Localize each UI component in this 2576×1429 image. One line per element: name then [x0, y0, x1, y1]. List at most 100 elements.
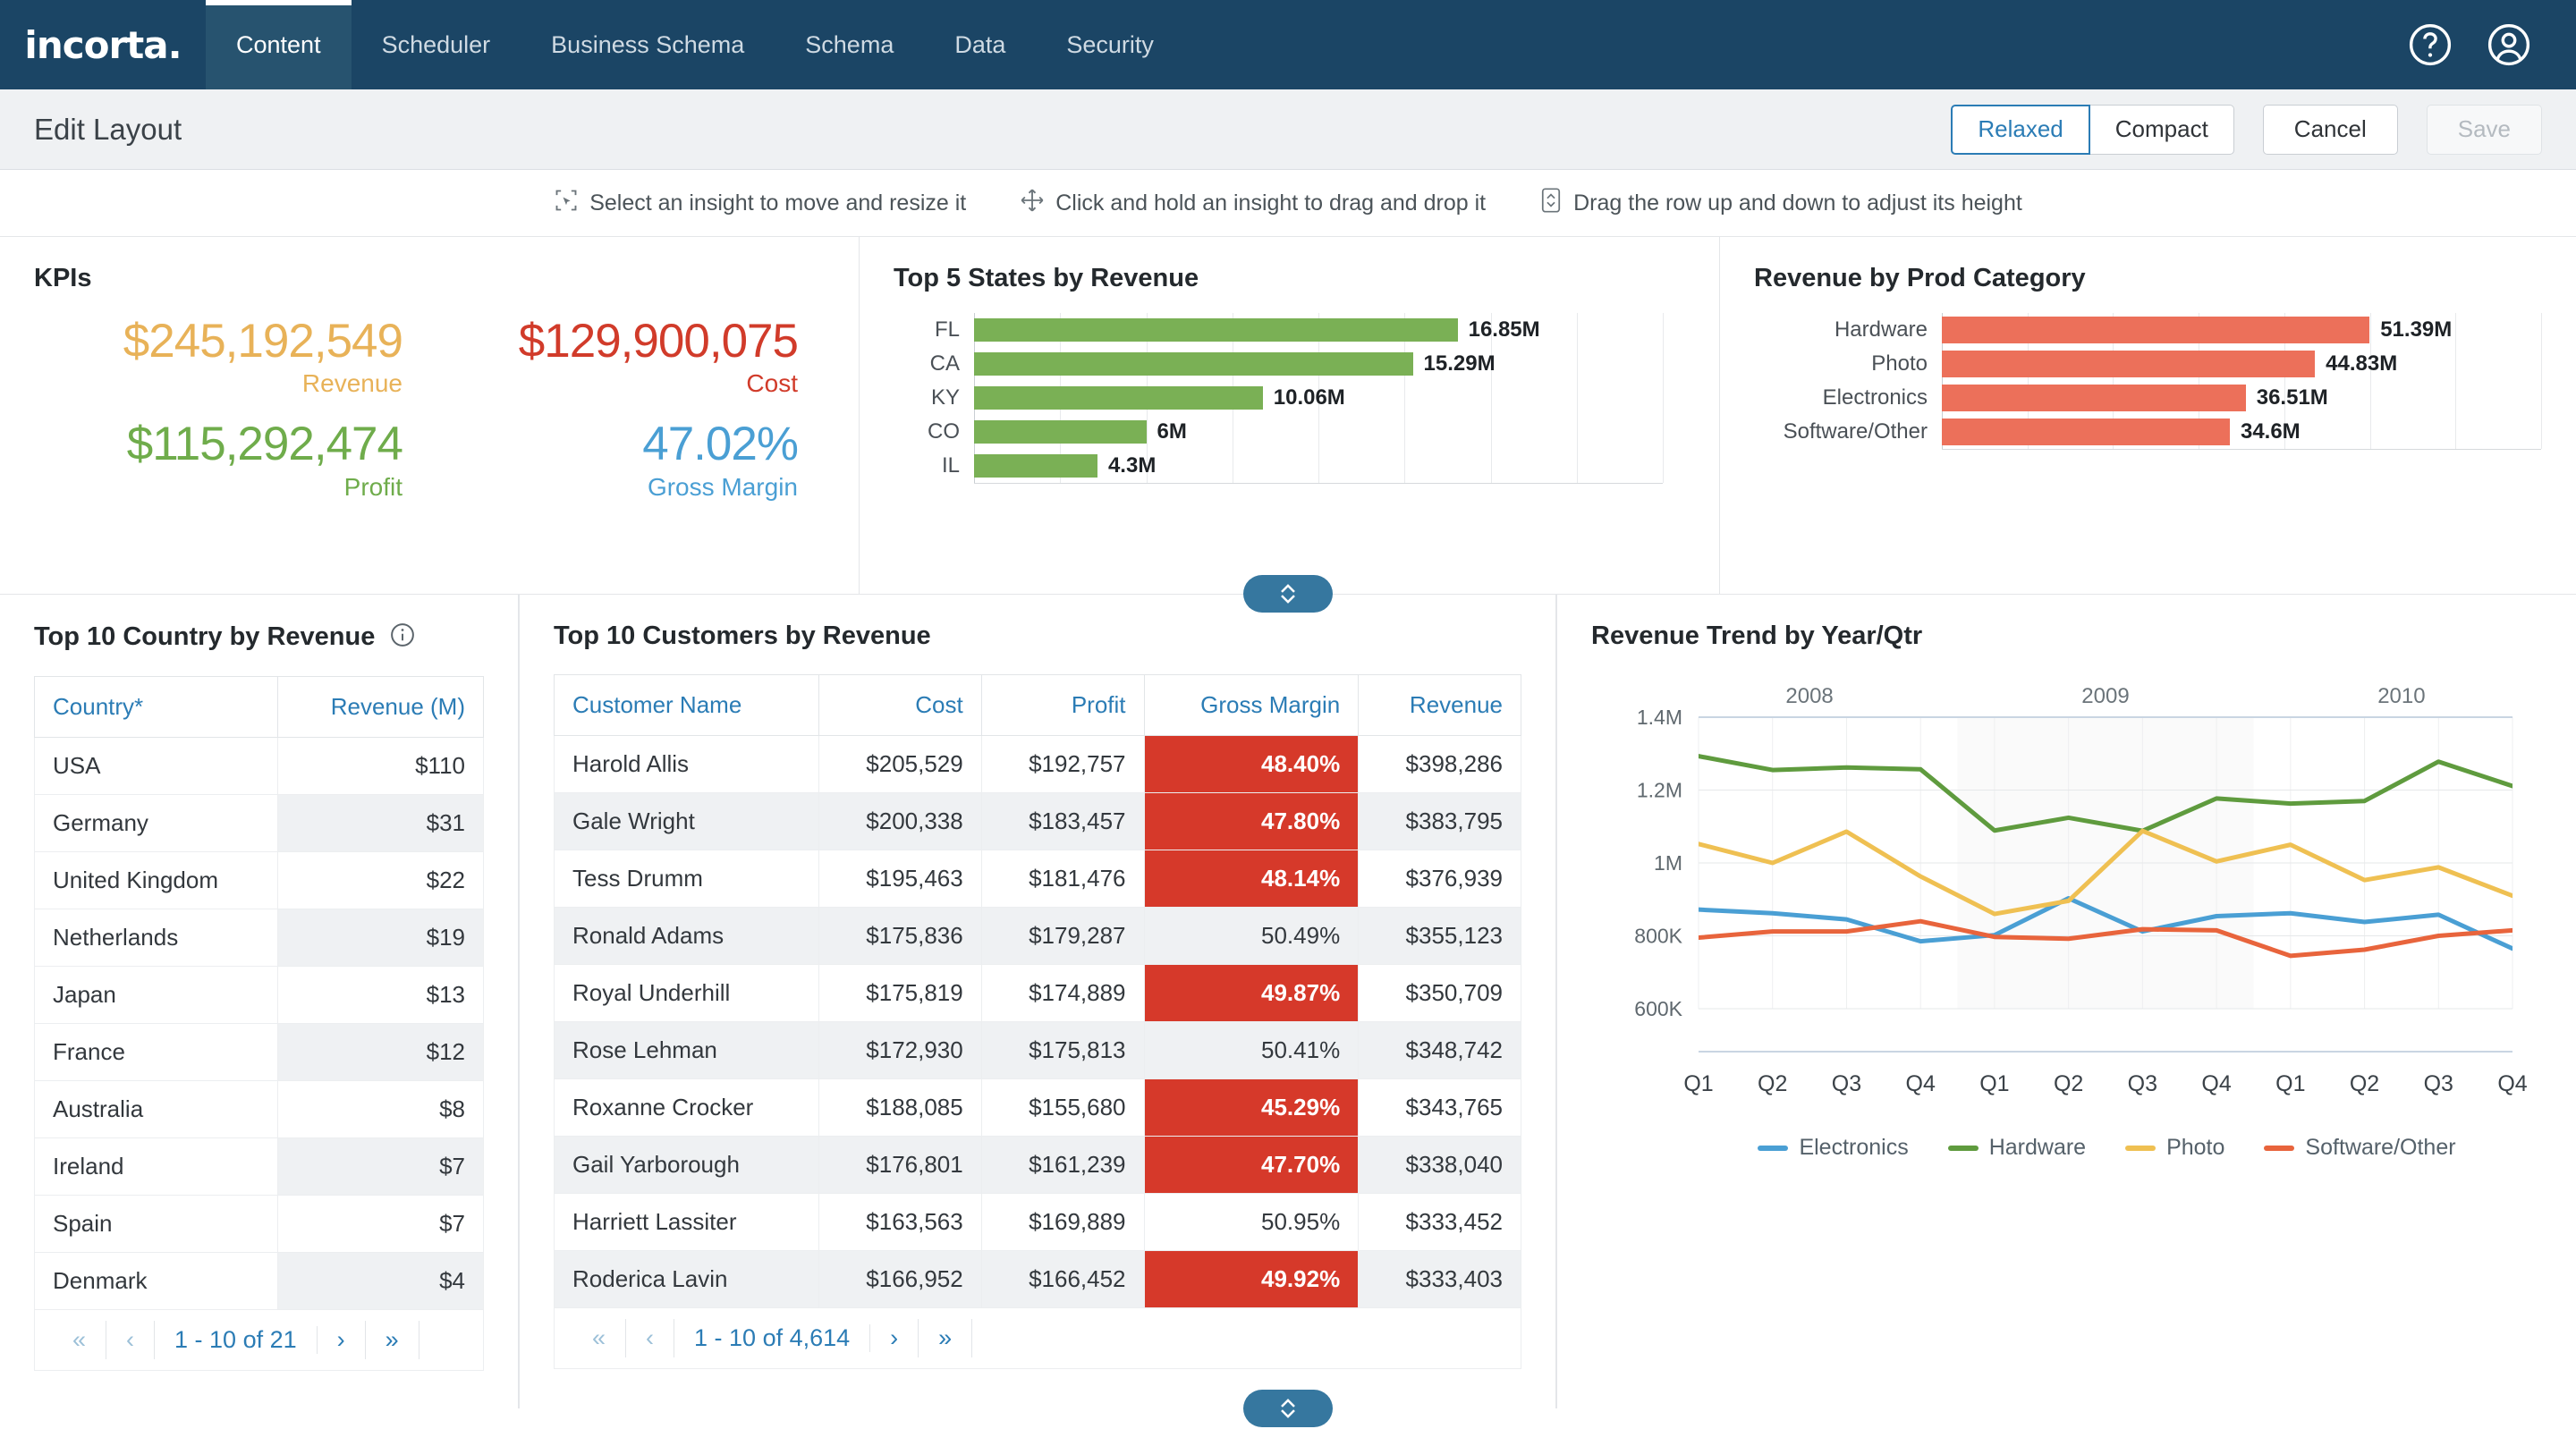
col-revenue[interactable]: Revenue	[1358, 674, 1521, 736]
col-profit[interactable]: Profit	[980, 674, 1145, 736]
col-revenue[interactable]: Revenue (M)	[276, 676, 485, 738]
legend-item-photo[interactable]: Photo	[2125, 1135, 2224, 1161]
country-title-row: Top 10 Country by Revenue	[34, 621, 484, 653]
nav-item-content[interactable]: Content	[206, 0, 352, 89]
cell-revenue: $333,403	[1358, 1250, 1521, 1308]
col-country[interactable]: Country*	[34, 676, 278, 738]
nav-item-security[interactable]: Security	[1036, 0, 1184, 89]
table-row[interactable]: Japan $13	[34, 966, 485, 1024]
table-row[interactable]: Harold Allis $205,529 $192,757 48.40% $398,2…	[554, 735, 1521, 793]
kpi-value: $115,292,474	[126, 418, 403, 471]
pager-first-button[interactable]: «	[53, 1321, 107, 1360]
col-customer-name[interactable]: Customer Name	[554, 674, 819, 736]
table-row[interactable]: Roderica Lavin $166,952 $166,452 49.92% $333…	[554, 1250, 1521, 1308]
layout-hint-bar: Select an insight to move and resize it …	[0, 170, 2576, 237]
table-row[interactable]: Rose Lehman $172,930 $175,813 50.41% $348,74…	[554, 1021, 1521, 1079]
pager-last-button[interactable]: »	[366, 1321, 419, 1360]
row-resize-handle-2[interactable]	[1243, 1390, 1333, 1427]
nav-item-data[interactable]: Data	[924, 0, 1036, 89]
cell-gross-margin: 45.29%	[1143, 1078, 1360, 1137]
table-row[interactable]: Ronald Adams $175,836 $179,287 50.49% $355,1…	[554, 907, 1521, 965]
y-tick-label: 600K	[1634, 997, 1682, 1020]
legend-label: Photo	[2166, 1135, 2225, 1160]
user-circle-icon[interactable]	[2485, 21, 2533, 69]
nav-item-business-schema[interactable]: Business Schema	[521, 0, 775, 89]
bar-fill	[1942, 351, 2316, 377]
nav-item-scheduler[interactable]: Scheduler	[352, 0, 521, 89]
x-tick-label: Q4	[2497, 1071, 2527, 1096]
table-row[interactable]: Denmark $4	[34, 1252, 485, 1310]
table-row[interactable]: Netherlands $19	[34, 909, 485, 967]
density-compact-button[interactable]: Compact	[2089, 104, 2234, 155]
table-row[interactable]: USA $110	[34, 737, 485, 795]
table-row[interactable]: Roxanne Crocker $188,085 $155,680 45.29% $34…	[554, 1078, 1521, 1137]
cell-profit: $192,757	[980, 735, 1145, 793]
bar-track: 6M	[974, 415, 1663, 449]
pager-prev-button[interactable]: ‹	[106, 1321, 156, 1360]
bar-row: Electronics 36.51M	[1754, 381, 2542, 415]
insight-kpis[interactable]: KPIs $245,192,549 Revenue $129,900,075 C…	[0, 237, 859, 594]
row-resize-handle-1[interactable]	[1243, 575, 1333, 613]
col-cost[interactable]: Cost	[818, 674, 982, 736]
help-circle-icon[interactable]	[2406, 21, 2454, 69]
bar-track: 16.85M	[974, 313, 1663, 347]
table-row[interactable]: Gale Wright $200,338 $183,457 47.80% $383,79…	[554, 792, 1521, 850]
cell-cost: $195,463	[818, 850, 982, 908]
kpi-label: Cost	[746, 369, 798, 398]
insight-top-10-customers[interactable]: Top 10 Customers by Revenue Customer Nam…	[519, 595, 1556, 1408]
save-button[interactable]: Save	[2426, 104, 2542, 155]
pager-last-button[interactable]: »	[919, 1319, 973, 1358]
legend-label: Software/Other	[2305, 1135, 2456, 1160]
bar-value-label: 34.6M	[2240, 419, 2301, 444]
insight-revenue-by-prod-category[interactable]: Revenue by Prod Category Hardware 51.39M P…	[1719, 237, 2576, 594]
table-row[interactable]: Spain $7	[34, 1195, 485, 1253]
table-row[interactable]: Ireland $7	[34, 1137, 485, 1196]
bar-plot-area: Hardware 51.39M Photo 44.83M Electronics 36.5…	[1754, 313, 2542, 450]
bar-value-label: 16.85M	[1468, 317, 1540, 342]
density-relaxed-button[interactable]: Relaxed	[1951, 104, 2090, 155]
table-row[interactable]: United Kingdom $22	[34, 851, 485, 909]
table-row[interactable]: Australia $8	[34, 1080, 485, 1138]
table-row[interactable]: Germany $31	[34, 794, 485, 852]
cell-revenue: $355,123	[1358, 907, 1521, 965]
nav-label: Business Schema	[551, 30, 745, 58]
insight-top-10-country[interactable]: Top 10 Country by Revenue Country* Reven…	[0, 595, 519, 1408]
legend-item-electronics[interactable]: Electronics	[1758, 1135, 1909, 1161]
insight-top-5-states[interactable]: Top 5 States by Revenue FL 16.85M CA 15.29M…	[859, 237, 1719, 594]
pager-next-button[interactable]: ›	[318, 1321, 366, 1360]
insight-revenue-trend[interactable]: Revenue Trend by Year/Qtr 2008 2009 2010 60…	[1556, 595, 2576, 1408]
pager-first-button[interactable]: «	[572, 1319, 627, 1358]
bar-row: Software/Other 34.6M	[1754, 415, 2542, 449]
table-row[interactable]: Harriett Lassiter $163,563 $169,889 50.95% $…	[554, 1193, 1521, 1251]
bar-fill	[974, 454, 1097, 478]
line-chart-svg: 2008 2009 2010 600K 800K 1M 1.2M 1.4M Q1 Q2 Q3 Q4 Q1…	[1634, 684, 2527, 1096]
legend-item-software-other[interactable]: Software/Other	[2264, 1135, 2456, 1161]
col-gross-margin[interactable]: Gross Margin	[1143, 674, 1360, 736]
table-row[interactable]: Royal Underhill $175,819 $174,889 49.87% $35…	[554, 964, 1521, 1022]
cell-country: Spain	[34, 1195, 278, 1253]
legend-item-hardware[interactable]: Hardware	[1947, 1135, 2086, 1161]
table-row[interactable]: Gail Yarborough $176,801 $161,239 47.70% $33…	[554, 1136, 1521, 1194]
cell-cost: $200,338	[818, 792, 982, 850]
nav-item-schema[interactable]: Schema	[775, 0, 924, 89]
pager-next-button[interactable]: ›	[870, 1319, 919, 1358]
table-row[interactable]: Tess Drumm $195,463 $181,476 48.14% $376,939	[554, 850, 1521, 908]
row-height-icon	[1539, 187, 1563, 220]
cancel-button[interactable]: Cancel	[2262, 104, 2398, 155]
chart-axis-line	[1942, 449, 2541, 450]
table-row[interactable]: France $12	[34, 1023, 485, 1081]
dashboard-row-2: Top 10 Country by Revenue Country* Reven…	[0, 595, 2576, 1427]
bar-plot-area: FL 16.85M CA 15.29M KY 10.06M CO 6M IL 4.3M	[894, 313, 1685, 484]
bar-category-label: Software/Other	[1783, 419, 1928, 444]
hint-text: Drag the row up and down to adjust its h…	[1573, 190, 2022, 216]
info-circle-icon[interactable]	[389, 621, 416, 653]
country-pager-cell: « ‹ 1 - 10 of 21 › »	[34, 1308, 484, 1372]
cell-customer-name: Tess Drumm	[554, 850, 819, 908]
bar-category-label: CA	[929, 351, 960, 376]
pager-range-label: 1 - 10 of 4,614	[674, 1324, 871, 1353]
bar-row: CA 15.29M	[894, 347, 1685, 381]
legend-swatch	[1758, 1145, 1789, 1151]
brand-logo[interactable]: incorta.	[0, 0, 206, 89]
pager-prev-button[interactable]: ‹	[626, 1319, 675, 1358]
chart-legend: Electronics Hardware Photo Software/Other	[1699, 1135, 2515, 1161]
